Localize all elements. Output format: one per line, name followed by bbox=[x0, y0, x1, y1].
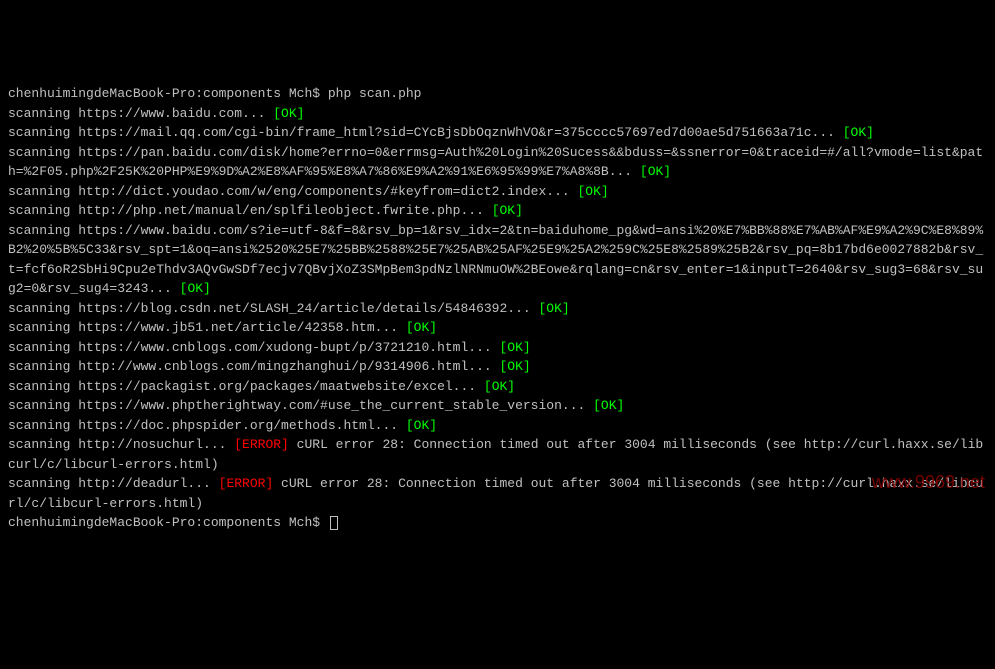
status-ok: [OK] bbox=[273, 106, 304, 121]
cursor bbox=[330, 516, 338, 530]
scan-line-text: scanning https://doc.phpspider.org/metho… bbox=[8, 418, 406, 433]
status-error: [ERROR] bbox=[219, 476, 274, 491]
shell-prompt: chenhuimingdeMacBook-Pro:components Mch$ bbox=[8, 515, 328, 530]
status-ok: [OK] bbox=[640, 164, 671, 179]
status-ok: [OK] bbox=[406, 320, 437, 335]
scan-line-text: scanning http://deadurl... bbox=[8, 476, 219, 491]
scan-line-text: scanning http://php.net/manual/en/splfil… bbox=[8, 203, 492, 218]
status-ok: [OK] bbox=[578, 184, 609, 199]
scan-line-text: scanning https://pan.baidu.com/disk/home… bbox=[8, 145, 983, 180]
scan-line-text: scanning https://mail.qq.com/cgi-bin/fra… bbox=[8, 125, 843, 140]
scan-line-text: scanning https://www.baidu.com/s?ie=utf-… bbox=[8, 223, 983, 297]
status-ok: [OK] bbox=[499, 340, 530, 355]
status-error: [ERROR] bbox=[234, 437, 289, 452]
scan-line-text: scanning https://www.cnblogs.com/xudong-… bbox=[8, 340, 499, 355]
scan-line-text: scanning https://blog.csdn.net/SLASH_24/… bbox=[8, 301, 539, 316]
scan-line-text: scanning http://www.cnblogs.com/mingzhan… bbox=[8, 359, 499, 374]
terminal-output[interactable]: chenhuimingdeMacBook-Pro:components Mch$… bbox=[8, 84, 987, 533]
status-ok: [OK] bbox=[499, 359, 530, 374]
scan-line-text: scanning https://www.jb51.net/article/42… bbox=[8, 320, 406, 335]
scan-line-text: scanning http://dict.youdao.com/w/eng/co… bbox=[8, 184, 578, 199]
status-ok: [OK] bbox=[843, 125, 874, 140]
status-ok: [OK] bbox=[180, 281, 211, 296]
scan-line-text: scanning https://www.phptherightway.com/… bbox=[8, 398, 593, 413]
status-ok: [OK] bbox=[406, 418, 437, 433]
status-ok: [OK] bbox=[492, 203, 523, 218]
status-ok: [OK] bbox=[484, 379, 515, 394]
shell-prompt: chenhuimingdeMacBook-Pro:components Mch$… bbox=[8, 86, 421, 101]
scan-line-text: scanning https://packagist.org/packages/… bbox=[8, 379, 484, 394]
status-ok: [OK] bbox=[593, 398, 624, 413]
scan-line-text: scanning https://www.baidu.com... bbox=[8, 106, 273, 121]
status-ok: [OK] bbox=[539, 301, 570, 316]
scan-line-text: scanning http://nosuchurl... bbox=[8, 437, 234, 452]
